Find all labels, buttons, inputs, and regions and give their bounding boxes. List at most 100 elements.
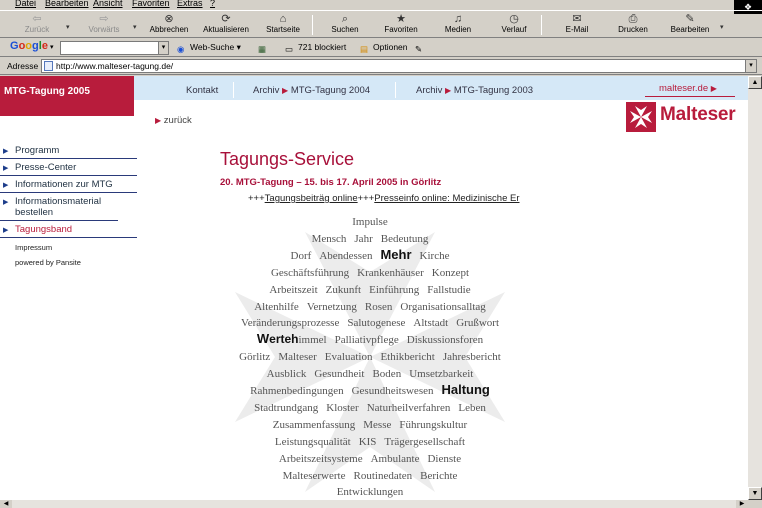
tag-cloud-word[interactable]: Organisationsalltag xyxy=(400,301,485,313)
sidebar-powered-by[interactable]: powered by Pansite xyxy=(0,255,137,270)
horizontal-scrollbar[interactable]: ◀ ▶ xyxy=(0,500,748,508)
back-link[interactable]: ▶ zurück xyxy=(155,115,192,126)
sidebar-impressum[interactable]: Impressum xyxy=(0,238,137,255)
tag-cloud-word[interactable]: Messe xyxy=(363,419,391,431)
tag-cloud-word[interactable]: Leben xyxy=(458,402,485,414)
tag-cloud-word[interactable]: Geschäftsführung xyxy=(271,267,349,279)
malteser-logo[interactable]: Malteser xyxy=(626,102,736,132)
site-brand[interactable]: MTG-Tagung 2005 xyxy=(0,76,134,116)
tag-cloud-word[interactable]: Rahmenbedingungen xyxy=(250,385,343,397)
tag-cloud-word[interactable]: Kloster xyxy=(326,402,358,414)
tag-cloud-word[interactable]: KIS xyxy=(359,436,377,448)
tag-cloud-word[interactable]: Gesundheitswesen xyxy=(352,385,434,397)
address-dropdown[interactable]: ▾ xyxy=(745,59,757,73)
tag-cloud-word[interactable]: Malteserwerte xyxy=(283,470,346,482)
tag-cloud-word[interactable]: Jahr xyxy=(354,233,372,245)
tag-cloud-word[interactable]: Abendessen xyxy=(319,250,372,262)
tag-cloud-word[interactable]: Konzept xyxy=(432,267,469,279)
tag-cloud-word[interactable]: Bedeutung xyxy=(381,233,429,245)
scroll-right-icon[interactable]: ▶ xyxy=(736,500,748,508)
stop-button[interactable]: ⊗ Abbrechen xyxy=(146,13,192,39)
tag-cloud-word[interactable]: Diskussionsforen xyxy=(407,334,483,346)
tag-cloud-word[interactable]: Altenhilfe xyxy=(254,301,299,313)
tag-cloud-word[interactable]: Umsetzbarkeit xyxy=(409,368,473,380)
highlight-pen-icon[interactable]: ✎ xyxy=(415,42,428,55)
history-button[interactable]: ◷ Verlauf xyxy=(497,13,531,39)
menu-extras[interactable]: Extras xyxy=(177,0,203,8)
tag-cloud-word[interactable]: Werteh xyxy=(257,331,299,346)
tag-cloud-word[interactable]: Naturheilverfahren xyxy=(367,402,451,414)
tag-cloud-word[interactable]: Malteser xyxy=(278,351,316,363)
tag-cloud-word[interactable]: Rosen xyxy=(365,301,393,313)
menu-ansicht[interactable]: Ansicht xyxy=(93,0,123,8)
mail-button[interactable]: ✉ E-Mail xyxy=(561,13,593,39)
tag-cloud-word[interactable]: Altstadt xyxy=(413,317,448,329)
favorites-button[interactable]: ★ Favoriten xyxy=(380,13,422,39)
google-search-input[interactable] xyxy=(60,41,160,55)
google-search-dropdown[interactable]: ▾ xyxy=(158,41,169,55)
back-dropdown-icon[interactable]: ▾ xyxy=(66,23,70,31)
tag-cloud-word[interactable]: Ethikbericht xyxy=(380,351,434,363)
tag-cloud-word[interactable]: Gesundheit xyxy=(314,368,364,380)
tag-cloud-word[interactable]: Mensch xyxy=(312,233,347,245)
scroll-left-icon[interactable]: ◀ xyxy=(0,500,12,508)
refresh-button[interactable]: ⟳ Aktualisieren xyxy=(199,13,253,39)
tag-cloud-word[interactable]: Impulse xyxy=(352,216,387,228)
edit-dropdown-icon[interactable]: ▾ xyxy=(720,23,724,31)
tag-cloud-word[interactable]: Jahresbericht xyxy=(443,351,501,363)
tag-cloud-word[interactable]: Salutogenese xyxy=(347,317,405,329)
tag-cloud-word[interactable]: Entwicklungen xyxy=(337,486,404,498)
tag-cloud-word[interactable]: Arbeitszeit xyxy=(269,284,317,296)
tag-cloud-word[interactable]: Arbeitszeitsysteme xyxy=(279,453,363,465)
tag-cloud-word[interactable]: Leistungsqualität xyxy=(275,436,351,448)
tag-cloud-word[interactable]: Dienste xyxy=(427,453,461,465)
menu-bearbeiten[interactable]: Bearbeiten xyxy=(45,0,89,8)
malteser-de-link[interactable]: malteser.de ▶ xyxy=(659,83,717,94)
tag-cloud-word[interactable]: Fallstudie xyxy=(427,284,470,296)
scroll-up-icon[interactable]: ▲ xyxy=(748,76,762,89)
menu-favoriten[interactable]: Favoriten xyxy=(132,0,170,8)
web-search-button[interactable]: ◉ Web-Suche ▾ xyxy=(177,42,241,55)
tag-cloud-word[interactable]: Ausblick xyxy=(267,368,307,380)
sidebar-item-programm[interactable]: ▶ Programm xyxy=(0,142,137,159)
tag-cloud-word[interactable]: Trägergesellschaft xyxy=(384,436,465,448)
pagerank-icon[interactable]: ▦ xyxy=(258,42,271,55)
media-button[interactable]: ♫ Medien xyxy=(440,13,476,39)
back-button[interactable]: ⇦ Zurück xyxy=(18,13,56,39)
sidebar-item-tagungsband[interactable]: ▶ Tagungsband xyxy=(0,221,137,238)
tag-cloud-word[interactable]: Zukunft xyxy=(326,284,361,296)
search-button[interactable]: ⌕ Suchen xyxy=(326,13,364,39)
sidebar-item-informationen[interactable]: ▶ Informationen zur MTG xyxy=(0,176,137,193)
tag-cloud-word[interactable]: Berichte xyxy=(420,470,457,482)
sidebar-item-informationsmaterial[interactable]: ▶ Informationsmaterial bestellen xyxy=(0,193,118,221)
tag-cloud-word[interactable]: Dorf xyxy=(291,250,312,262)
nav-archiv-2003[interactable]: Archiv ▶ MTG-Tagung 2003 xyxy=(416,85,533,96)
google-menu-caret-icon[interactable]: ▾ xyxy=(50,43,54,51)
popup-blocker-button[interactable]: ▭ 721 blockiert xyxy=(285,42,346,55)
google-logo[interactable]: Google xyxy=(10,40,48,52)
tag-cloud-word[interactable]: Vernetzung xyxy=(307,301,357,313)
ticker-link-presseinfo[interactable]: Presseinfo online: Medizinische Er xyxy=(374,193,519,204)
tag-cloud-word[interactable]: Görlitz xyxy=(239,351,270,363)
tag-cloud-word[interactable]: Evaluation xyxy=(325,351,373,363)
print-button[interactable]: ⎙ Drucken xyxy=(614,13,652,39)
address-input[interactable]: http://www.malteser-tagung.de/ xyxy=(41,59,747,73)
tag-cloud-word[interactable]: Stadtrundgang xyxy=(254,402,318,414)
scroll-down-icon[interactable]: ▼ xyxy=(748,487,762,500)
menu-help[interactable]: ? xyxy=(210,0,215,8)
tag-cloud-word[interactable]: Ambulante xyxy=(371,453,420,465)
vertical-scrollbar[interactable]: ▲ ▼ xyxy=(748,76,762,500)
tag-cloud-word[interactable]: Palliativpflege xyxy=(335,334,399,346)
options-button[interactable]: ▤ Optionen xyxy=(360,42,408,55)
forward-dropdown-icon[interactable]: ▾ xyxy=(133,23,137,31)
tag-cloud-word[interactable]: Veränderungsprozesse xyxy=(241,317,339,329)
ticker-link-tagungsbeitraege[interactable]: Tagungsbeiträg online xyxy=(265,193,358,204)
tag-cloud-word[interactable]: Routinedaten xyxy=(354,470,413,482)
edit-button[interactable]: ✎ Bearbeiten xyxy=(668,13,712,39)
tag-cloud-word[interactable]: Mehr xyxy=(380,247,411,262)
tag-cloud-word[interactable]: Führungskultur xyxy=(399,419,467,431)
tag-cloud-word[interactable]: Boden xyxy=(372,368,401,380)
home-button[interactable]: ⌂ Startseite xyxy=(262,13,304,39)
tag-cloud-word[interactable]: Haltung xyxy=(441,382,489,397)
sidebar-item-presse-center[interactable]: ▶ Presse-Center xyxy=(0,159,137,176)
